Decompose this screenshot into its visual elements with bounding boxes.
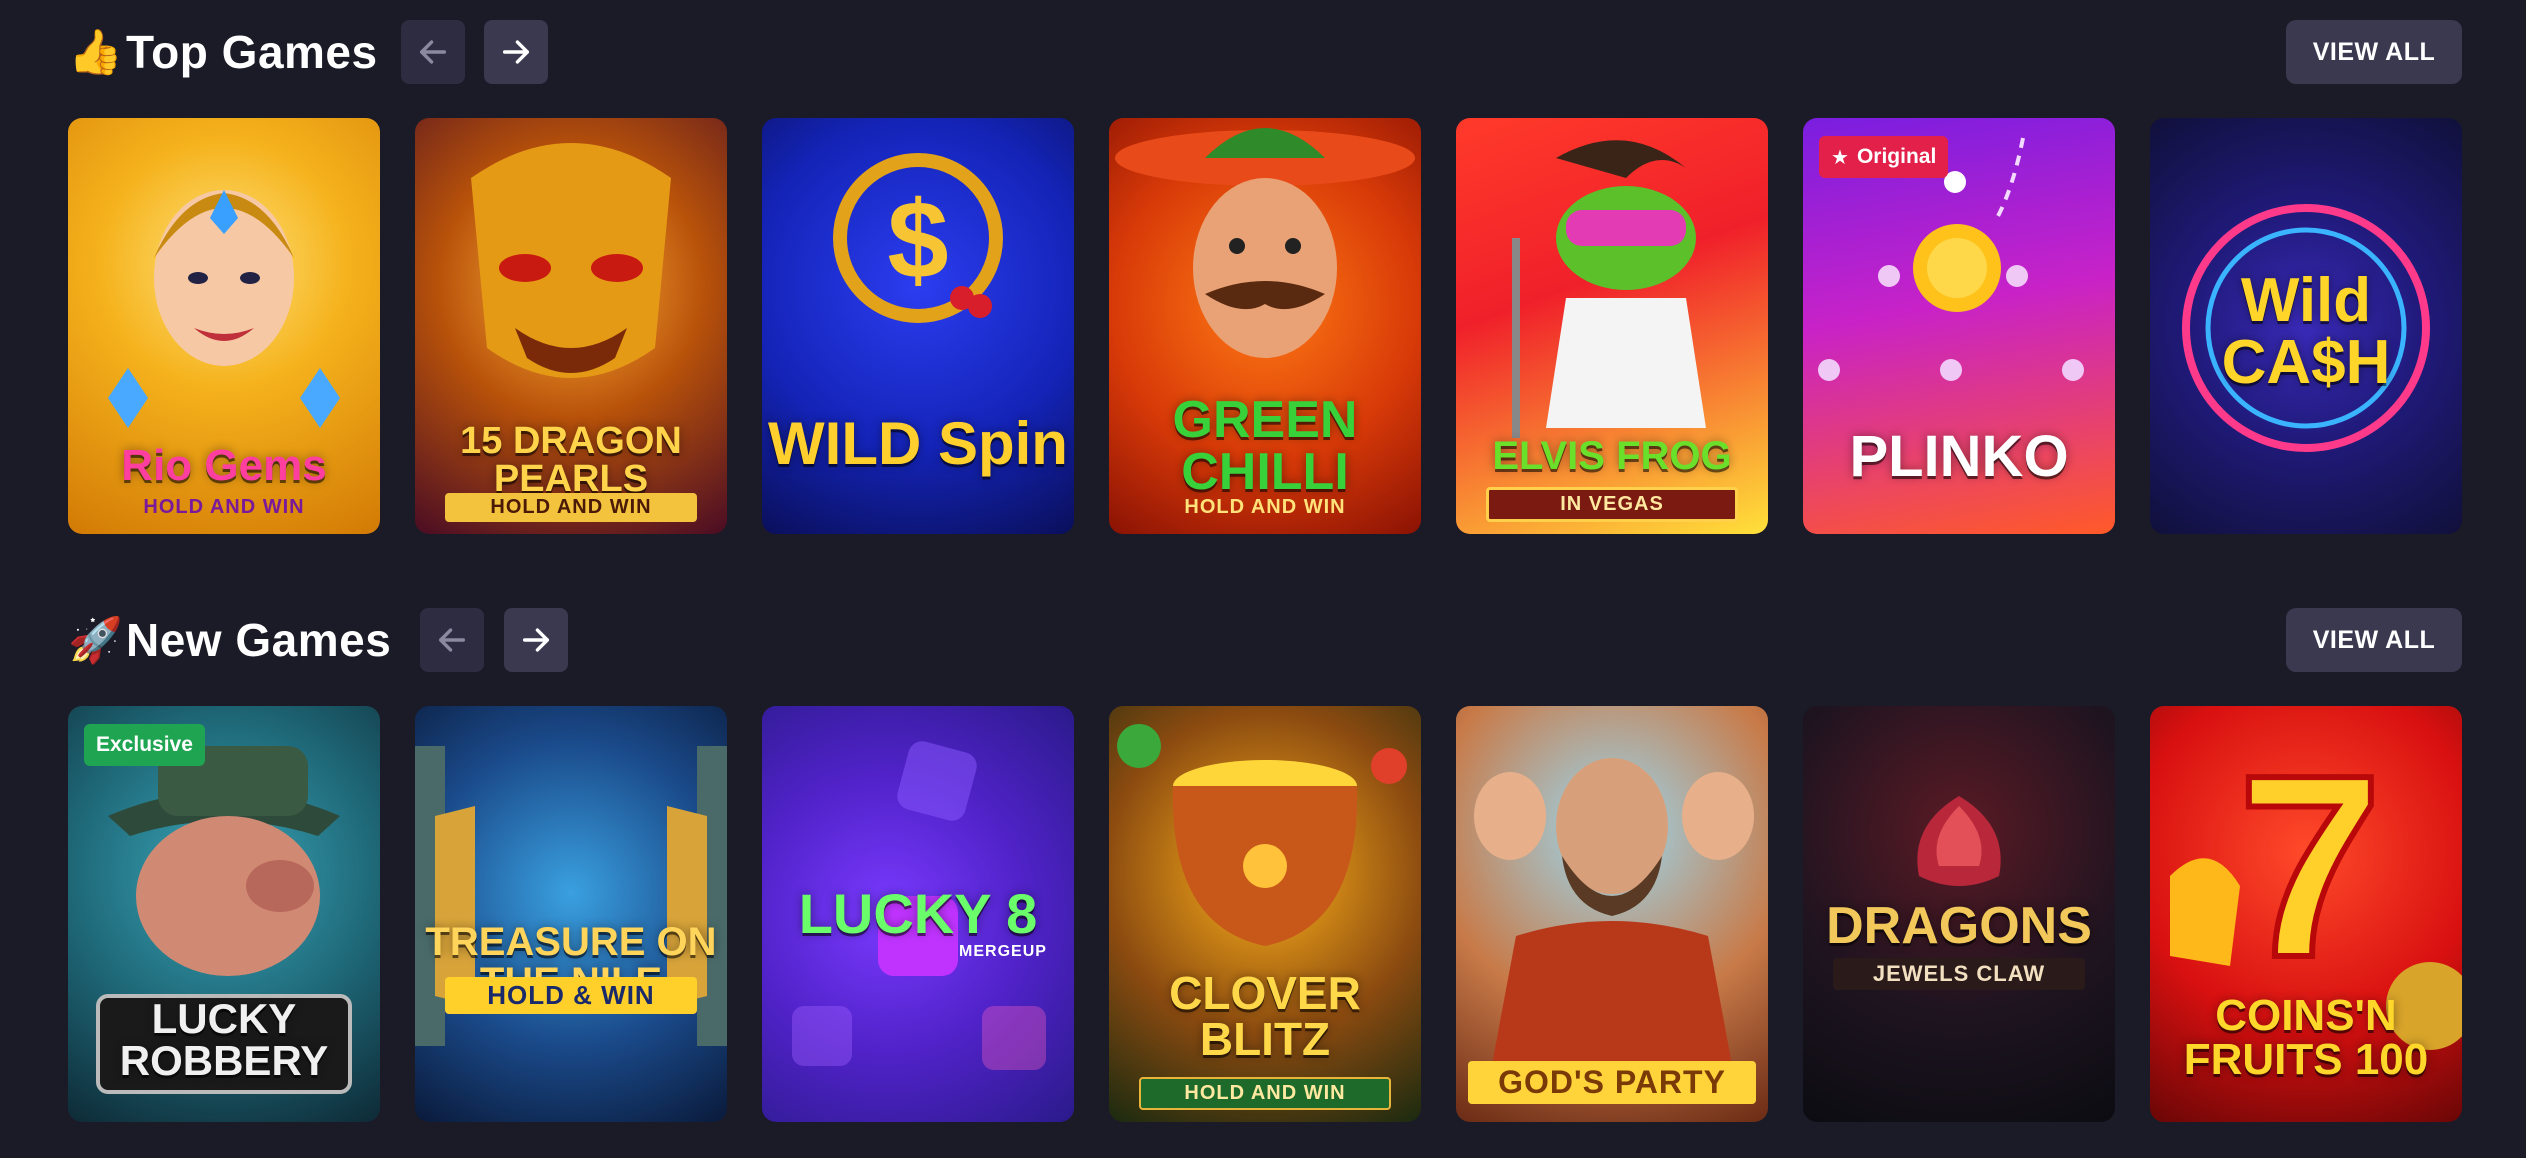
next-button[interactable] (484, 20, 548, 84)
game-card-gods-party[interactable]: GOD'S PARTY (1456, 706, 1768, 1122)
section-title-text: New Games (126, 614, 392, 666)
section-title-text: Top Games (126, 26, 378, 78)
game-title: CLOVER BLITZ (1169, 967, 1361, 1065)
game-card-green-chilli[interactable]: GREEN CHILLI HOLD AND WIN (1109, 118, 1421, 534)
game-title: LUCKY 8 (798, 882, 1038, 945)
game-card-15-dragon-pearls[interactable]: 15 DRAGON PEARLS HOLD AND WIN (415, 118, 727, 534)
prev-button[interactable] (420, 608, 484, 672)
game-title: DRAGONS (1826, 897, 2092, 955)
game-subtitle: JEWELS CLAW (1833, 958, 2085, 990)
arrow-left-icon (438, 628, 466, 652)
game-title: WILD Spin (768, 410, 1068, 477)
game-title: 15 DRAGON PEARLS (460, 420, 682, 500)
game-title: GREEN CHILLI (1172, 391, 1358, 501)
arrow-left-icon (419, 40, 447, 64)
game-art (1474, 758, 1754, 1086)
star-icon: ★ (1831, 146, 1849, 169)
game-art (415, 746, 727, 1046)
prev-button[interactable] (401, 20, 465, 84)
new-games-carousel: Exclusive LUCKY ROBBERY TREASURE ON THE … (68, 706, 2462, 1124)
arrow-right-icon (522, 628, 550, 652)
game-card-treasure-on-the-nile[interactable]: TREASURE ON THE NILE HOLD & WIN (415, 706, 727, 1122)
game-subtitle: IN VEGAS (1486, 487, 1738, 522)
game-title: Wild CA$H (2221, 266, 2391, 397)
next-button[interactable] (504, 608, 568, 672)
thumbs-up-icon: 👍 (68, 28, 124, 77)
badge-label: Original (1856, 145, 1937, 168)
game-subtitle: HOLD & WIN (445, 977, 697, 1014)
game-title: LUCKY ROBBERY (119, 995, 329, 1084)
game-subtitle: HOLD AND WIN (445, 493, 697, 522)
game-subtitle: HOLD AND WIN (1184, 496, 1346, 518)
game-card-lucky-8[interactable]: LUCKY 8 MERGEUP (762, 706, 1074, 1122)
game-title: PLINKO (1849, 424, 2069, 489)
section-title: 🚀 New Games (68, 606, 391, 674)
exclusive-badge: Exclusive (84, 724, 205, 766)
svg-text:$: $ (887, 179, 948, 302)
game-subtitle: MERGEUP (959, 943, 1047, 960)
game-card-wild-cash[interactable]: Wild CA$H (2150, 118, 2462, 534)
section-title: 👍 Top Games (68, 18, 378, 86)
game-card-rio-gems[interactable]: Rio Gems HOLD AND WIN (68, 118, 380, 534)
game-subtitle: HOLD AND WIN (143, 496, 305, 518)
top-games-carousel: Rio Gems HOLD AND WIN 15 DRAGON PEARLS H… (68, 118, 2462, 536)
game-subtitle: GOD'S PARTY (1468, 1061, 1756, 1104)
original-badge: ★ Original (1819, 136, 1949, 178)
game-subtitle: HOLD AND WIN (1139, 1077, 1391, 1110)
game-title: ELVIS FROG (1492, 434, 1732, 478)
svg-text:7: 7 (2238, 722, 2383, 1012)
game-card-wild-spin[interactable]: $ WILD Spin (762, 118, 1074, 534)
game-card-coins-n-fruits-100[interactable]: 7 COINS'N FRUITS 100 (2150, 706, 2462, 1122)
game-title: COINS'N FRUITS 100 (2183, 991, 2429, 1084)
view-all-button[interactable]: VIEW ALL (2286, 20, 2462, 84)
rocket-icon: 🚀 (68, 616, 124, 665)
view-all-button[interactable]: VIEW ALL (2286, 608, 2462, 672)
game-title: Rio Gems (121, 441, 327, 490)
game-card-dragons-jewels-claw[interactable]: DRAGONS JEWELS CLAW (1803, 706, 2115, 1122)
game-card-lucky-robbery[interactable]: Exclusive LUCKY ROBBERY (68, 706, 380, 1122)
game-card-clover-blitz[interactable]: CLOVER BLITZ HOLD AND WIN (1109, 706, 1421, 1122)
top-games-header: 👍 Top Games VIEW ALL (68, 18, 2462, 86)
new-games-header: 🚀 New Games VIEW ALL (68, 606, 2462, 674)
game-card-plinko[interactable]: ★ Original PLINKO (1803, 118, 2115, 534)
game-card-elvis-frog[interactable]: ELVIS FROG IN VEGAS (1456, 118, 1768, 534)
arrow-right-icon (502, 40, 530, 64)
